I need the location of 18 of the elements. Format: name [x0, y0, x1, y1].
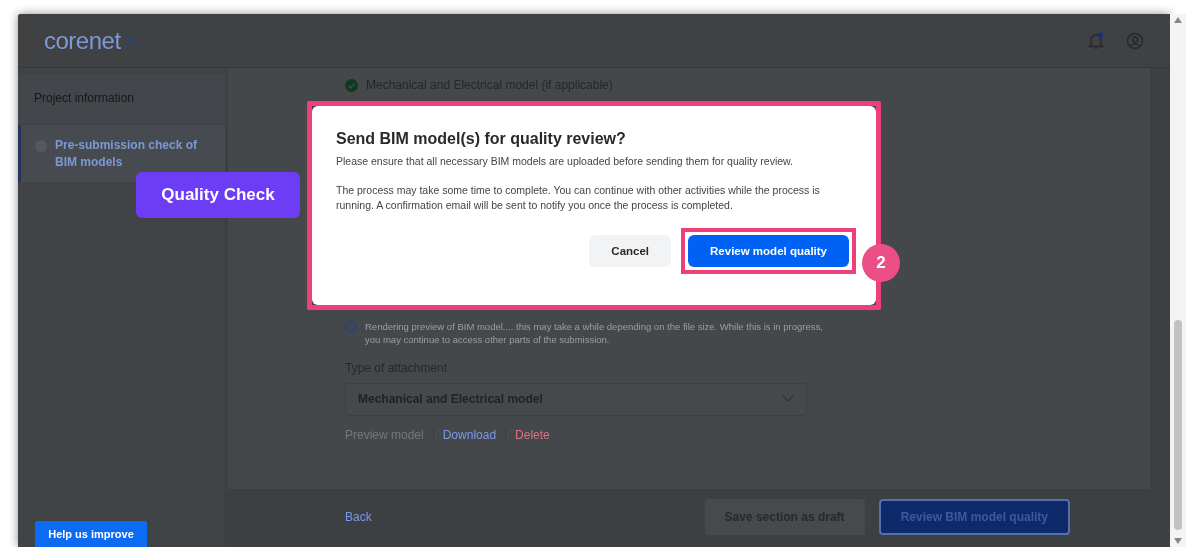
delete-link[interactable]: Delete [515, 427, 550, 442]
dialog-title: Send BIM model(s) for quality review? [336, 130, 627, 148]
x-mark-icon [120, 30, 141, 51]
logo: corenet [44, 26, 121, 55]
cancel-button[interactable]: Cancel [589, 234, 672, 267]
help-button[interactable]: Help us improve [35, 521, 147, 547]
spinner-icon [345, 321, 357, 333]
back-link[interactable]: Back [345, 510, 372, 524]
status-message: Rendering preview of BIM model.... this may take a while depending on the file size. While this is in progress, you may continue to access other parts of the submission. [365, 320, 824, 347]
user-icon[interactable] [1126, 31, 1144, 50]
sidebar-item[interactable]: Pre-submission check of BIM models [18, 124, 225, 183]
scrollbar[interactable] [1170, 14, 1186, 547]
callout-label: Quality Check [136, 172, 300, 218]
confirm-button[interactable]: Review model quality [688, 234, 849, 267]
dialog-text: The process may take some time to complete. You can continue with other activities while the process is running. A confirmation email will be sent to notify you once the process is completed. [336, 183, 821, 214]
dialog-text: Please ensure that all necessary BIM models are uploaded before sending them for quality review. [336, 154, 794, 169]
action-link[interactable]: Download [442, 427, 497, 442]
bell-icon[interactable] [1088, 31, 1104, 50]
